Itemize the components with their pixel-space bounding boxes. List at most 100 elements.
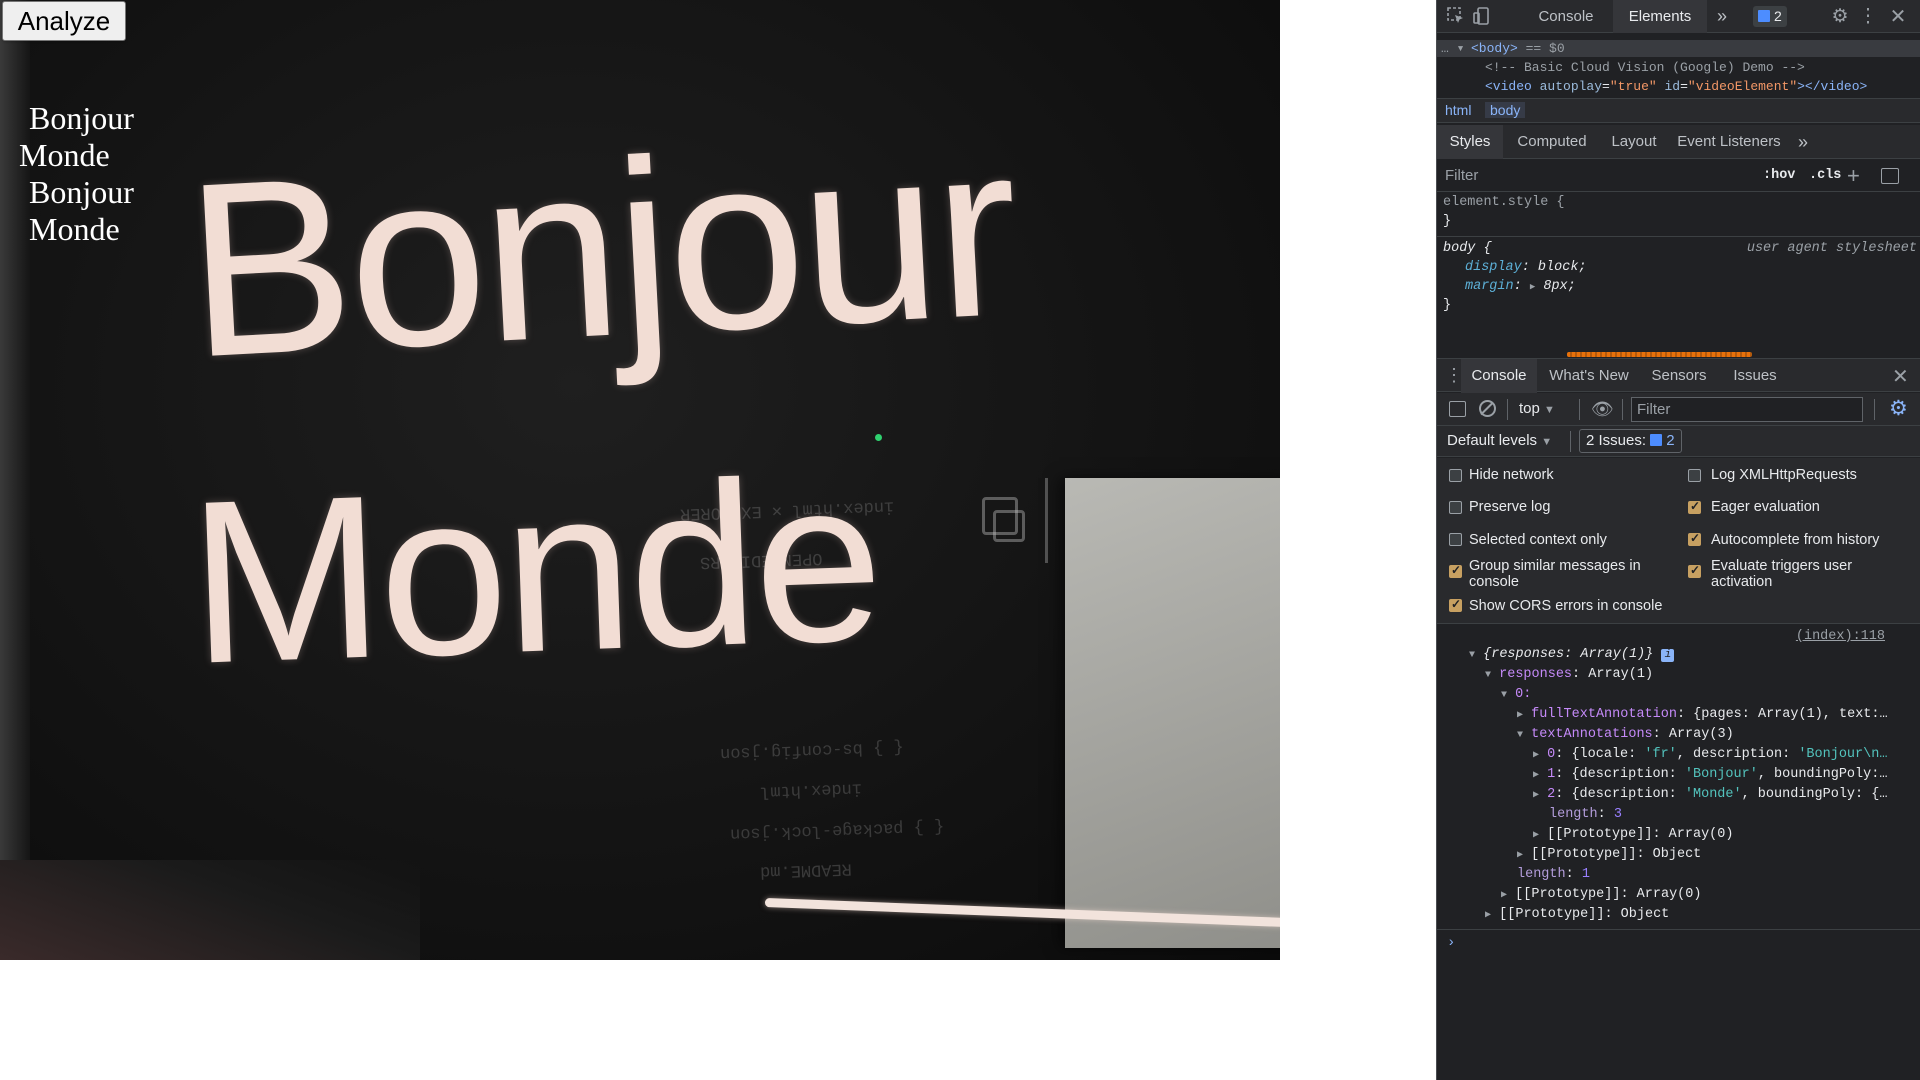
rule-close: } <box>1443 298 1452 313</box>
drawer-tab-whats-new[interactable]: What's New <box>1541 359 1637 393</box>
tab-event-listeners[interactable]: Event Listeners <box>1669 125 1789 159</box>
styles-filter-input[interactable]: Filter <box>1445 167 1478 184</box>
console-prototype-object[interactable]: ▶ [[Prototype]]: Object <box>1517 847 1701 862</box>
hide-network-checkbox[interactable] <box>1449 469 1462 482</box>
console-prompt[interactable]: › <box>1447 935 1455 951</box>
prop-key: fullTextAnnotation <box>1531 707 1677 722</box>
console-annotation-2[interactable]: ▶ 2: {description: 'Monde', boundingPoly… <box>1533 787 1887 802</box>
css-declaration[interactable]: display: block; <box>1465 260 1587 275</box>
issue-flag-icon <box>1758 10 1770 22</box>
string-value: 'fr' <box>1644 747 1677 762</box>
element-style-rule[interactable]: element.style { <box>1443 195 1565 210</box>
paper-sheet <box>1065 478 1280 948</box>
green-dot <box>875 434 882 441</box>
tab-console[interactable]: Console <box>1519 0 1613 33</box>
expand-arrow-icon: ▶ <box>1517 710 1524 721</box>
group-similar-checkbox[interactable] <box>1449 563 1462 578</box>
autocomplete-checkbox[interactable] <box>1688 531 1701 546</box>
clear-console-icon[interactable] <box>1479 400 1496 417</box>
source-link[interactable]: (index):118 <box>1796 629 1885 644</box>
console-prototype-object[interactable]: ▶ [[Prototype]]: Object <box>1485 907 1669 922</box>
devtools-panel: Console Elements » 2 ⚙ ⋮ ✕ … ▾ <body> ==… <box>1436 0 1920 1080</box>
results-list: Bonjour Monde Bonjour Monde <box>19 100 134 248</box>
result-line: Monde <box>29 211 120 247</box>
breadcrumb-html[interactable]: html <box>1445 102 1471 118</box>
tab-computed[interactable]: Computed <box>1505 125 1599 159</box>
expand-arrow-icon: ▼ <box>1469 650 1476 661</box>
tab-elements[interactable]: Elements <box>1613 0 1707 33</box>
show-cors-checkbox[interactable] <box>1449 597 1462 612</box>
drawer-resize-handle[interactable] <box>1567 352 1752 357</box>
drawer-tab-sensors[interactable]: Sensors <box>1641 359 1717 393</box>
issues-badge[interactable]: 2 <box>1753 6 1787 27</box>
issues-label: 2 Issues: <box>1586 432 1647 449</box>
prop-value: Array(1) <box>1588 667 1654 682</box>
chevron-down-icon: ▼ <box>1544 404 1555 416</box>
hov-toggle[interactable]: :hov <box>1763 168 1795 183</box>
log-xhr-label: Log XMLHttpRequests <box>1711 467 1857 483</box>
expand-arrow-icon: ▶ <box>1501 890 1508 901</box>
info-icon: i <box>1661 649 1675 662</box>
rule-close: } <box>1443 214 1452 229</box>
more-tabs-icon[interactable]: » <box>1709 0 1735 33</box>
console-annotation-1[interactable]: ▶ 1: {description: 'Bonjour', boundingPo… <box>1533 767 1887 782</box>
console-object-root[interactable]: ▼ {responses: Array(1)} i <box>1469 647 1675 662</box>
tab-layout[interactable]: Layout <box>1601 125 1667 159</box>
video-feed: index.html ✕ EXPLORER OPEN EDITORS { } b… <box>0 0 1280 960</box>
body-rule-selector[interactable]: body { <box>1443 241 1492 256</box>
close-devtools-icon[interactable]: ✕ <box>1887 6 1909 28</box>
eye-icon[interactable]: 👁 <box>1591 399 1614 420</box>
analyze-button[interactable]: Analyze <box>2 1 126 41</box>
console-prototype-array[interactable]: ▶ [[Prototype]]: Array(0) <box>1501 887 1701 902</box>
dom-ellipsis[interactable]: … ▾ <box>1441 41 1464 56</box>
css-property: margin <box>1465 279 1514 294</box>
comment-text: <!-- Basic Cloud Vision (Google) Demo --… <box>1485 60 1805 75</box>
sidebar-toggle-icon[interactable] <box>1449 401 1466 417</box>
close-drawer-icon[interactable]: ✕ <box>1892 364 1909 389</box>
console-full-text[interactable]: ▶ fullTextAnnotation: {pages: Array(1), … <box>1517 707 1888 722</box>
console-prototype-array[interactable]: ▶ [[Prototype]]: Array(0) <box>1533 827 1733 842</box>
breadcrumb-body[interactable]: body <box>1485 102 1526 118</box>
css-value: 8px; <box>1543 279 1576 294</box>
settings-gear-icon[interactable]: ⚙ <box>1829 6 1851 28</box>
expand-arrow-icon: ▶ <box>1533 750 1540 761</box>
console-filter-input[interactable]: Filter <box>1631 397 1863 422</box>
dom-video-node[interactable]: <video autoplay="true" id="videoElement"… <box>1485 79 1867 94</box>
console-annotation-0[interactable]: ▶ 0: {locale: 'fr', description: 'Bonjou… <box>1533 747 1887 762</box>
preserve-log-checkbox[interactable] <box>1449 501 1462 514</box>
drawer-tab-console[interactable]: Console <box>1461 359 1537 393</box>
kebab-menu-icon[interactable]: ⋮ <box>1857 6 1879 28</box>
evaluate-triggers-checkbox[interactable] <box>1688 563 1701 578</box>
css-declaration[interactable]: margin: ▶ 8px; <box>1465 279 1576 294</box>
more-style-tabs-icon[interactable]: » <box>1791 125 1815 159</box>
console-settings-gear-icon[interactable]: ⚙ <box>1889 396 1908 421</box>
cls-toggle[interactable]: .cls <box>1809 168 1841 183</box>
toggle-sidebar-icon[interactable] <box>1881 168 1899 184</box>
ghost-text: { } bs-config.json <box>719 736 904 763</box>
selected-context-checkbox[interactable] <box>1449 533 1462 546</box>
issues-counter-button[interactable]: 2 Issues: 2 <box>1579 429 1682 453</box>
console-text-annotations[interactable]: ▼ textAnnotations: Array(3) <box>1517 727 1734 742</box>
device-toolbar-icon[interactable] <box>1471 6 1493 28</box>
string-value: 'Monde' <box>1684 787 1742 802</box>
add-rule-icon[interactable]: + <box>1847 163 1860 189</box>
log-xhr-checkbox[interactable] <box>1688 469 1701 482</box>
attr-name: autoplay <box>1539 79 1603 94</box>
expand-arrow-icon[interactable]: ▶ <box>1530 282 1535 292</box>
eager-evaluation-checkbox[interactable] <box>1688 499 1701 514</box>
console-responses[interactable]: ▼ responses: Array(1) <box>1485 667 1653 682</box>
drawer-tab-issues[interactable]: Issues <box>1721 359 1789 393</box>
toolbar-separator <box>1570 431 1571 452</box>
selected-context-label: Selected context only <box>1469 532 1607 548</box>
console-length: length: 1 <box>1517 867 1590 882</box>
tab-styles[interactable]: Styles <box>1437 125 1503 159</box>
console-index-0[interactable]: ▼ 0: <box>1501 687 1531 702</box>
dom-body-node[interactable]: <body> == $0 <box>1471 41 1565 56</box>
toolbar-separator <box>1874 399 1875 420</box>
log-levels-dropdown[interactable]: Default levels ▼ <box>1447 432 1552 449</box>
context-selector[interactable]: top ▼ <box>1519 400 1555 417</box>
dom-comment-node[interactable]: <!-- Basic Cloud Vision (Google) Demo --… <box>1485 60 1805 75</box>
inspect-element-icon[interactable] <box>1445 6 1467 28</box>
expand-arrow-icon: ▼ <box>1517 730 1524 741</box>
expand-arrow-icon: ▶ <box>1533 830 1540 841</box>
